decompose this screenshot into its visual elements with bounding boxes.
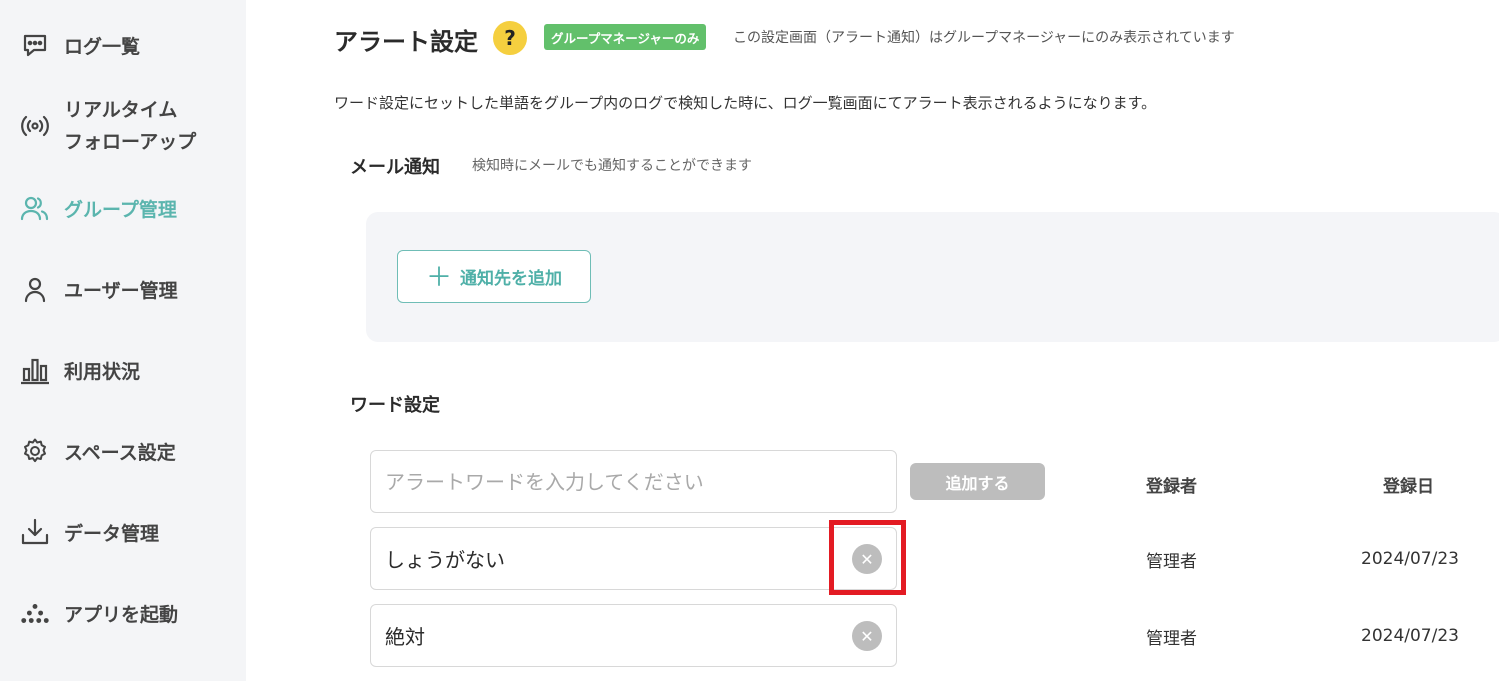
sidebar-item-label: 利用状況 [64,360,141,383]
sidebar-item-realtime-followup[interactable]: リアルタイム フォローアップ [20,94,196,158]
add-word-button[interactable]: 追加する [910,463,1045,500]
column-header-date: 登録日 [1383,477,1434,497]
row-registrant: 管理者 [1146,552,1197,572]
sidebar-item-launch-app[interactable]: アプリを起動 [20,598,178,628]
sidebar-item-user-management[interactable]: ユーザー管理 [20,274,178,304]
sidebar-item-usage[interactable]: 利用状況 [20,355,140,385]
row-date: 2024/07/23 [1361,549,1459,569]
sidebar-item-label: データ管理 [64,522,160,545]
user-icon [20,274,50,304]
sidebar-item-group-management[interactable]: グループ管理 [20,193,177,223]
row-date: 2024/07/23 [1361,626,1459,646]
app-launch-icon [20,598,50,628]
sidebar-item-label: フォローアップ [64,131,197,153]
role-note: この設定画面（アラート通知）はグループマネージャーにのみ表示されています [733,30,1235,46]
page-description: ワード設定にセットした単語をグループ内のログで検知した時に、ログ一覧画面にてアラ… [334,94,1157,112]
alert-word-input[interactable] [370,450,897,513]
add-notification-destination-button[interactable]: ＋ 通知先を追加 [397,250,591,303]
role-tag: グループマネージャーのみ [544,24,707,50]
alert-word-text: 絶対 [385,625,425,649]
bar-chart-icon [20,355,50,385]
page-title: アラート設定 [334,28,478,56]
sidebar-item-label: ログ一覧 [64,35,141,58]
sidebar-item-label: スペース設定 [64,441,176,464]
column-header-registrant: 登録者 [1146,477,1197,497]
sidebar-item-label: アプリを起動 [64,603,179,626]
main-content: アラート設定 ? グループマネージャーのみ この設定画面（アラート通知）はグルー… [246,0,1499,681]
sidebar: ログ一覧 リアルタイム フォローアップ グループ管理 ユーザー管理 利用状況 ス… [0,0,246,681]
sidebar-item-logs[interactable]: ログ一覧 [20,30,140,60]
sidebar-item-data-management[interactable]: データ管理 [20,517,159,547]
word-section-title: ワード設定 [350,395,440,416]
alert-word-text: しょうがない [385,548,505,572]
delete-word-icon[interactable]: ✕ [852,544,882,574]
sidebar-item-space-settings[interactable]: スペース設定 [20,436,176,466]
alert-word-row: しょうがない ✕ [370,527,897,590]
chat-bubble-icon [20,30,50,60]
row-registrant: 管理者 [1146,629,1197,649]
delete-word-icon[interactable]: ✕ [852,621,882,651]
mail-section-note: 検知時にメールでも通知することができます [472,158,752,174]
mail-panel: ＋ 通知先を追加 [366,212,1499,342]
gear-icon [20,436,50,466]
sidebar-item-label: リアルタイム [64,99,178,121]
broadcast-icon [20,111,50,141]
mail-section-title: メール通知 [350,157,440,178]
group-users-icon [20,193,50,223]
alert-word-row: 絶対 ✕ [370,604,897,667]
plus-icon: ＋ [425,261,452,292]
sidebar-item-label: ユーザー管理 [64,279,178,302]
help-icon[interactable]: ? [493,21,527,55]
download-icon [20,517,50,547]
sidebar-item-label: グループ管理 [64,198,177,221]
add-destination-label: 通知先を追加 [460,269,562,288]
